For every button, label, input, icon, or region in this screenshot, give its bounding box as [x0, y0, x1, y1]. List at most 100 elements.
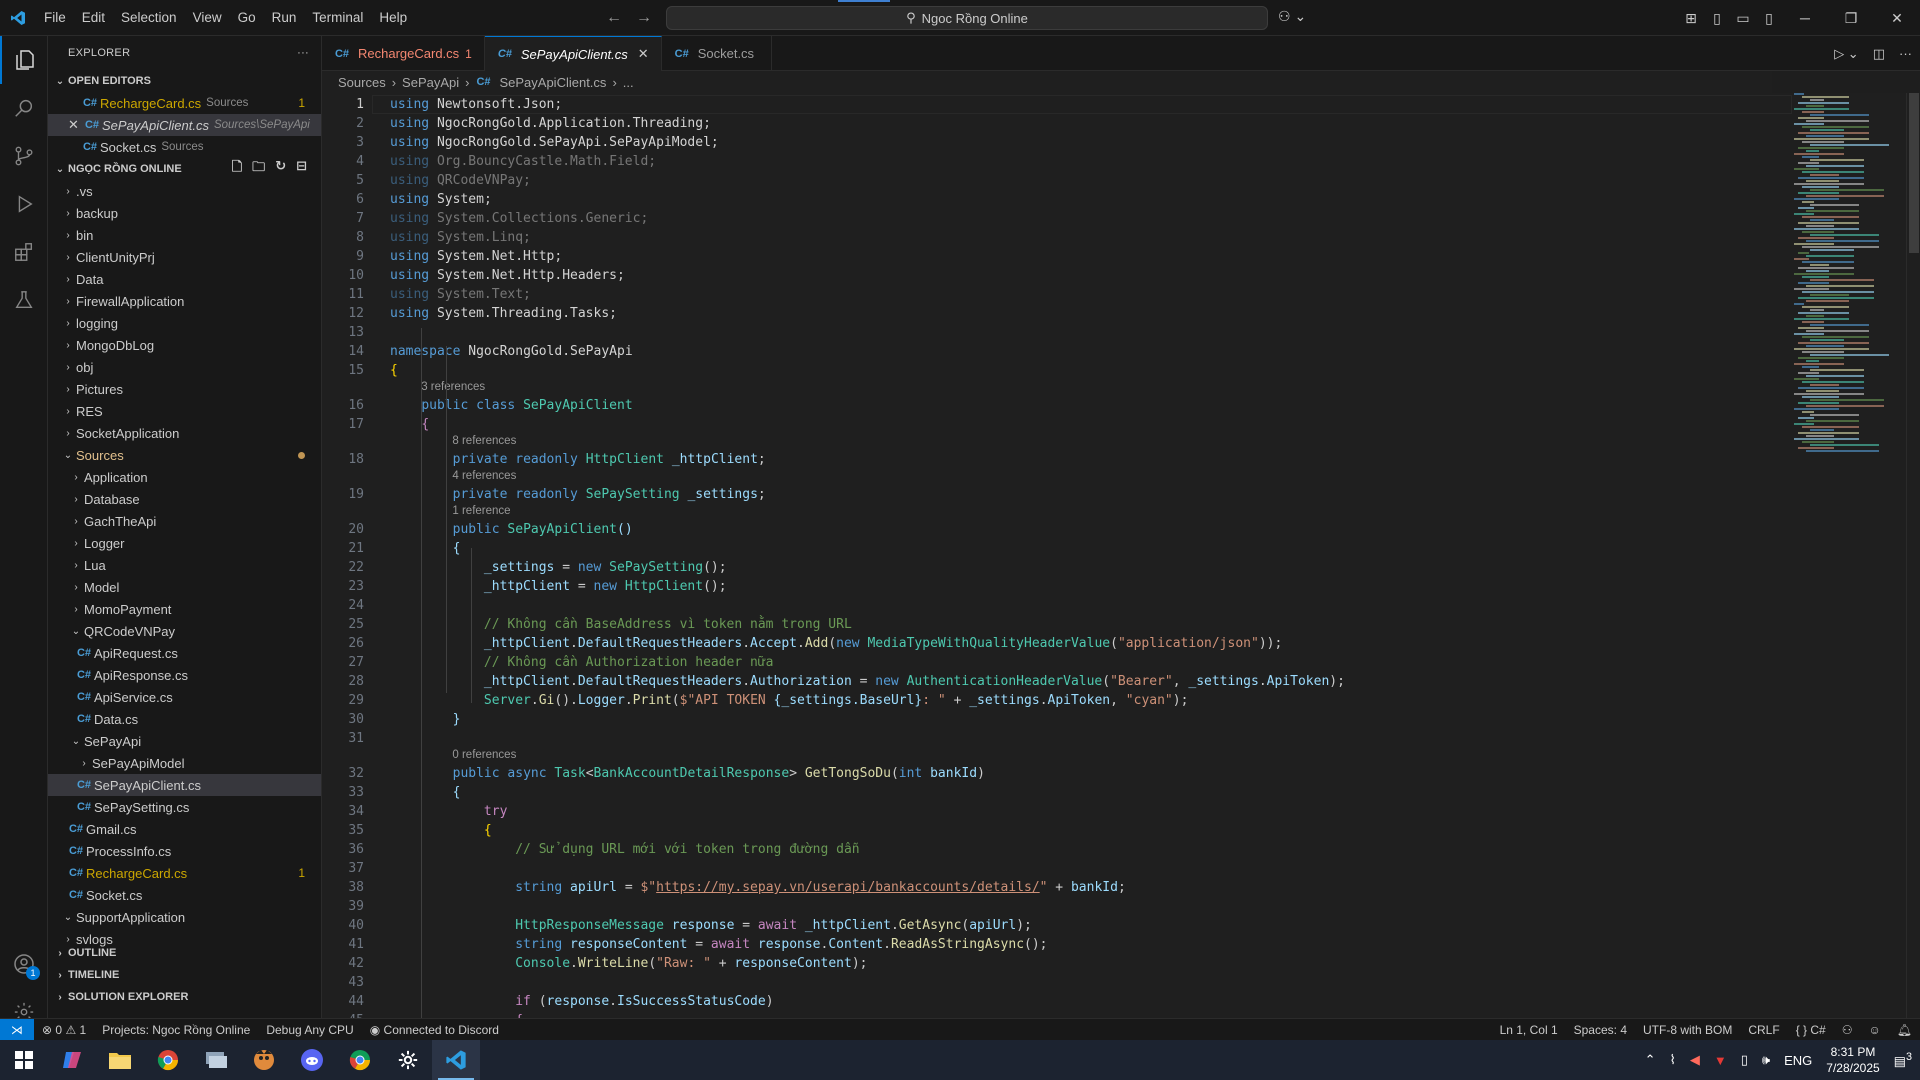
refresh-icon[interactable]: ↻	[275, 158, 286, 180]
menu-help[interactable]: Help	[371, 0, 415, 36]
customize-layout-icon[interactable]: ⊞	[1678, 10, 1704, 27]
source-control-icon[interactable]	[0, 132, 48, 180]
toggle-secondary-sidebar-icon[interactable]: ▯	[1756, 10, 1782, 27]
split-editor-icon[interactable]: ◫	[1873, 46, 1885, 62]
folder-item[interactable]: › Lua	[48, 554, 321, 576]
encoding-status[interactable]: UTF-8 with BOM	[1635, 1023, 1740, 1037]
breadcrumb-item[interactable]: ...	[623, 75, 634, 90]
explorer-icon[interactable]	[0, 36, 48, 84]
file-item[interactable]: C# ApiRequest.cs	[48, 642, 321, 664]
accounts-icon[interactable]: 1	[0, 940, 48, 988]
copilot-status-icon[interactable]: ⚇	[1834, 1023, 1861, 1037]
editor-tab[interactable]: C# SePayApiClient.cs ✕	[484, 36, 662, 71]
file-item[interactable]: C# ApiResponse.cs	[48, 664, 321, 686]
windows-start-icon[interactable]	[0, 1040, 48, 1080]
breadcrumb-item[interactable]: Sources	[338, 75, 386, 90]
folder-item[interactable]: › Logger	[48, 532, 321, 554]
folder-item[interactable]: › Pictures	[48, 378, 321, 400]
file-item[interactable]: C# Gmail.cs	[48, 818, 321, 840]
testing-icon[interactable]	[0, 276, 48, 324]
run-icon[interactable]: ▷ ⌄	[1834, 46, 1859, 62]
remote-desktop-icon[interactable]	[192, 1040, 240, 1080]
folder-item[interactable]: ⌄ SePayApi	[48, 730, 321, 752]
language-indicator[interactable]: ENG	[1784, 1053, 1812, 1068]
folder-item[interactable]: › MongoDbLog	[48, 334, 321, 356]
copilot-app-icon[interactable]	[48, 1040, 96, 1080]
file-explorer-icon[interactable]	[96, 1040, 144, 1080]
command-center-search[interactable]: ⚲ Ngoc Rồng Online	[666, 6, 1268, 30]
folder-item[interactable]: › Database	[48, 488, 321, 510]
language-mode[interactable]: { } C#	[1788, 1023, 1834, 1037]
indentation-status[interactable]: Spaces: 4	[1566, 1023, 1635, 1037]
problems-indicator[interactable]: ⊗ 0 ⚠ 1	[34, 1023, 94, 1037]
speaker-tray-icon[interactable]: ◀	[1690, 1052, 1700, 1068]
menu-edit[interactable]: Edit	[74, 0, 113, 36]
folder-item[interactable]: › ClientUnityPrj	[48, 246, 321, 268]
collapse-all-icon[interactable]: ⊟	[296, 158, 307, 180]
notification-center-icon[interactable]: ▤3	[1894, 1051, 1912, 1069]
file-item[interactable]: C# RechargeCard.cs 1	[48, 862, 321, 884]
breadcrumb-item[interactable]: SePayApiClient.cs	[499, 75, 606, 90]
folder-item[interactable]: › Model	[48, 576, 321, 598]
more-actions-icon[interactable]: ···	[1899, 46, 1912, 61]
new-folder-icon[interactable]: 🗀	[252, 158, 265, 180]
notifications-bell-icon[interactable]: 🔔︎	[1889, 1023, 1920, 1037]
editor-tab[interactable]: C# Socket.cs	[662, 36, 772, 71]
menu-file[interactable]: File	[36, 0, 74, 36]
open-editor-item[interactable]: ✕ C# SePayApiClient.cs Sources\SePayApi	[48, 114, 321, 136]
open-editor-item[interactable]: C# Socket.cs Sources	[48, 136, 321, 158]
eol-status[interactable]: CRLF	[1740, 1023, 1787, 1037]
build-config-status[interactable]: Debug Any CPU	[258, 1023, 361, 1037]
chrome-icon[interactable]	[144, 1040, 192, 1080]
project-status[interactable]: Projects: Ngoc Rồng Online	[94, 1023, 258, 1037]
section-solution-explorer[interactable]: › SOLUTION EXPLORER	[48, 986, 321, 1008]
close-window-icon[interactable]: ✕	[1874, 10, 1920, 27]
restore-icon[interactable]: ❐	[1828, 10, 1874, 27]
remote-icon[interactable]: ⋊	[0, 1018, 34, 1041]
menu-run[interactable]: Run	[264, 0, 305, 36]
breadcrumb-item[interactable]: SePayApi	[402, 75, 459, 90]
folder-item[interactable]: › bin	[48, 224, 321, 246]
file-item[interactable]: C# Data.cs	[48, 708, 321, 730]
chevron-up-icon[interactable]: ⌃	[1645, 1052, 1656, 1068]
section-outline[interactable]: › OUTLINE	[48, 942, 321, 964]
folder-item[interactable]: › backup	[48, 202, 321, 224]
folder-item[interactable]: ⌄ QRCodeVNPay	[48, 620, 321, 642]
codelens-references[interactable]: 4 references	[452, 468, 516, 484]
copilot-icon[interactable]: ⚇ ⌄	[1278, 8, 1306, 25]
file-item[interactable]: C# ProcessInfo.cs	[48, 840, 321, 862]
battery-icon[interactable]: ▯	[1741, 1052, 1748, 1068]
editor-tab[interactable]: C# RechargeCard.cs 1	[322, 36, 485, 71]
folder-item[interactable]: › logging	[48, 312, 321, 334]
chrome-profile-icon[interactable]	[336, 1040, 384, 1080]
folder-item[interactable]: › FirewallApplication	[48, 290, 321, 312]
menu-go[interactable]: Go	[230, 0, 264, 36]
back-arrow-icon[interactable]: ←	[606, 9, 622, 27]
project-section[interactable]: ⌄ NGỌC RỒNG ONLINE 🗋 🗀 ↻ ⊟	[48, 158, 321, 180]
more-actions-icon[interactable]: ···	[297, 47, 309, 59]
run-debug-icon[interactable]	[0, 180, 48, 228]
menu-terminal[interactable]: Terminal	[304, 0, 371, 36]
new-file-icon[interactable]: 🗋	[232, 158, 242, 180]
minimize-icon[interactable]: ─	[1782, 10, 1828, 26]
search-icon[interactable]	[0, 84, 48, 132]
network-icon[interactable]: ⌇	[1670, 1052, 1676, 1068]
scrollbar-thumb[interactable]	[1909, 93, 1919, 253]
antivirus-icon[interactable]: ▼	[1714, 1053, 1727, 1068]
editor-scrollbar[interactable]	[1906, 93, 1920, 1028]
discord-app-icon[interactable]	[288, 1040, 336, 1080]
codelens-references[interactable]: 8 references	[452, 433, 516, 449]
close-icon[interactable]: ✕	[68, 117, 82, 133]
codelens-references[interactable]: 0 references	[452, 747, 516, 763]
codelens-references[interactable]: 1 reference	[452, 503, 510, 519]
code-editor[interactable]: 1 using Newtonsoft.Json; 2 using NgocRongGo…	[322, 93, 1792, 1028]
section-timeline[interactable]: › TIMELINE	[48, 964, 321, 986]
codelens-references[interactable]: 3 references	[421, 379, 485, 395]
extensions-icon[interactable]	[0, 228, 48, 276]
forward-arrow-icon[interactable]: →	[636, 9, 652, 27]
toggle-panel-icon[interactable]: ▭	[1730, 10, 1756, 27]
game-app-icon[interactable]	[240, 1040, 288, 1080]
folder-item[interactable]: › Application	[48, 466, 321, 488]
feedback-icon[interactable]: ☺	[1861, 1023, 1889, 1037]
discord-status[interactable]: ◉ Connected to Discord	[362, 1023, 507, 1037]
